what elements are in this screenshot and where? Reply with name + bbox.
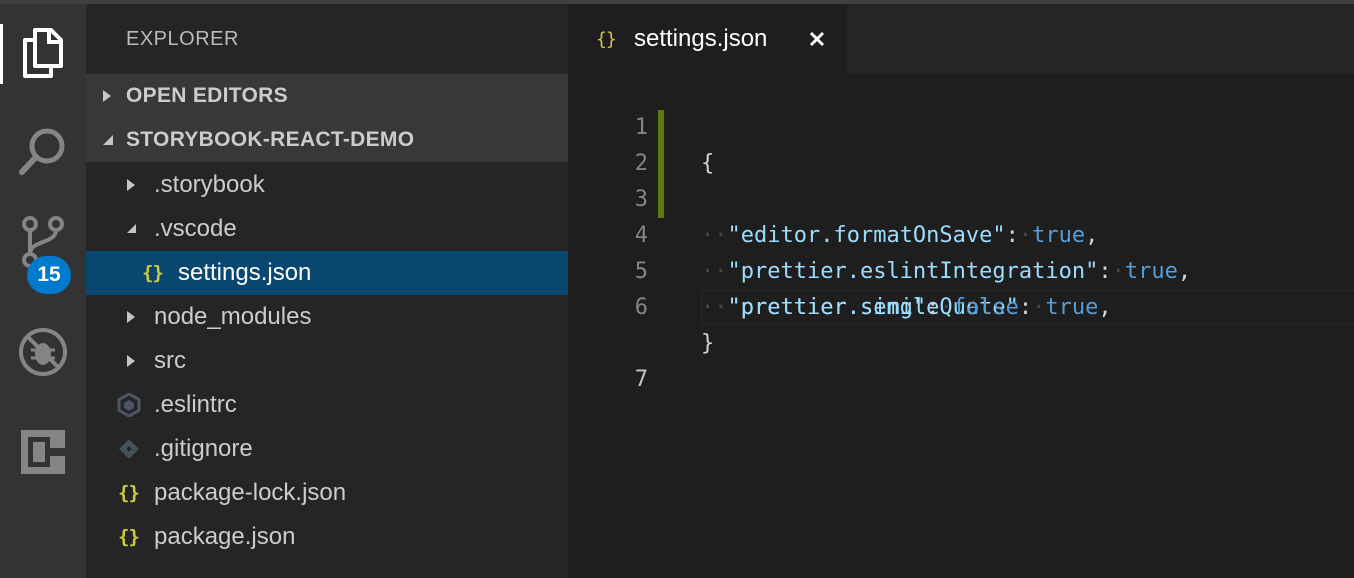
- current-line-highlight: [701, 290, 1354, 324]
- code-line: 6 }: [568, 254, 1354, 356]
- tree-item-label: node_modules: [154, 303, 312, 330]
- tree-folder-src[interactable]: src: [86, 339, 568, 383]
- code-line: 3 ··"prettier.eslintIntegration":·true,: [568, 146, 1354, 284]
- gutter-modified-marker: [658, 146, 664, 182]
- files-icon: [21, 26, 65, 83]
- tree-file-package-lock-json[interactable]: {} package-lock.json: [86, 471, 568, 515]
- tab-settings-json[interactable]: {} settings.json: [568, 4, 847, 74]
- tab-bar: {} settings.json: [568, 4, 1354, 74]
- activity-explorer[interactable]: [0, 14, 86, 94]
- chevron-right-icon: [101, 74, 113, 118]
- json-file-icon: {}: [596, 28, 617, 50]
- tree-file-package-json[interactable]: {} package.json: [86, 515, 568, 559]
- json-file-icon: {}: [118, 526, 140, 548]
- scm-badge: 15: [27, 256, 71, 294]
- activity-debug[interactable]: [0, 314, 86, 394]
- code-text: }: [701, 331, 715, 356]
- line-number: 7: [634, 367, 648, 392]
- gutter-modified-marker: [658, 182, 664, 218]
- tree-file-settings-json[interactable]: {} settings.json: [86, 251, 568, 295]
- tree-item-label: .vscode: [154, 215, 237, 242]
- activity-extensions[interactable]: [0, 414, 86, 494]
- activity-search[interactable]: [0, 114, 86, 194]
- tree-item-label: package-lock.json: [154, 479, 347, 506]
- tree-folder-storybook[interactable]: .storybook: [86, 163, 568, 207]
- debug-icon: [17, 326, 69, 383]
- chevron-right-icon: [126, 163, 136, 207]
- section-open-editors[interactable]: OPEN EDITORS: [86, 74, 568, 118]
- code-line-current: 7: [568, 290, 1354, 392]
- json-file-icon: {}: [142, 262, 164, 284]
- extensions-icon: [19, 428, 67, 481]
- code-line: 1 {: [568, 74, 1354, 176]
- editor-area: {} settings.json 1 { 2 ··"editor.formatO…: [568, 4, 1354, 578]
- section-label: STORYBOOK-REACT-DEMO: [126, 128, 415, 151]
- chevron-down-icon: [101, 118, 115, 162]
- gutter-modified-marker: [658, 110, 664, 146]
- tree-file-gitignore[interactable]: .gitignore: [86, 427, 568, 471]
- tree-folder-node-modules[interactable]: node_modules: [86, 295, 568, 339]
- close-icon[interactable]: [804, 26, 830, 52]
- code-line: 4 ··"prettier.singleQuote":·true,: [568, 182, 1354, 320]
- json-file-icon: {}: [118, 482, 140, 504]
- tree-item-label: settings.json: [178, 259, 312, 286]
- tree-item-label: .gitignore: [154, 435, 253, 462]
- eslint-icon: [117, 383, 141, 427]
- git-icon: [118, 427, 140, 471]
- activity-bar: 15: [0, 4, 86, 578]
- chevron-down-icon: [126, 207, 138, 251]
- sidebar-title: EXPLORER: [126, 28, 239, 50]
- chevron-right-icon: [126, 339, 136, 383]
- tree-item-label: .storybook: [154, 171, 265, 198]
- tree-folder-vscode[interactable]: .vscode: [86, 207, 568, 251]
- explorer-sidebar: EXPLORER OPEN EDITORS STORYBOOK-REACT-DE…: [86, 4, 568, 578]
- tab-label: settings.json: [634, 25, 768, 52]
- code-line: 5 ··"prettier.semi":·false: [568, 218, 1354, 320]
- search-icon: [17, 126, 69, 183]
- tree-file-eslintrc[interactable]: .eslintrc: [86, 383, 568, 427]
- code-editor[interactable]: 1 { 2 ··"editor.formatOnSave":·true, 3 ·…: [568, 74, 1354, 578]
- code-line: 2 ··"editor.formatOnSave":·true,: [568, 110, 1354, 248]
- section-label: OPEN EDITORS: [126, 84, 288, 107]
- section-workspace[interactable]: STORYBOOK-REACT-DEMO: [86, 118, 568, 162]
- tree-item-label: .eslintrc: [154, 391, 237, 418]
- chevron-right-icon: [126, 295, 136, 339]
- tree-item-label: package.json: [154, 523, 296, 550]
- tree-item-label: src: [154, 347, 186, 374]
